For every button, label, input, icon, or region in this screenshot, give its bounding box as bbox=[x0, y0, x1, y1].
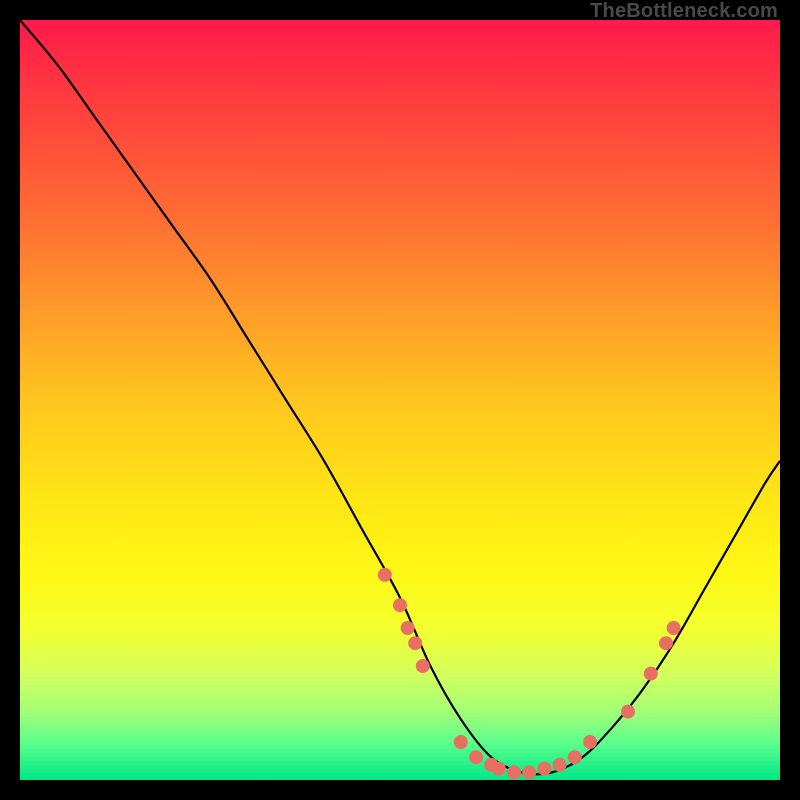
curve-marker bbox=[621, 705, 635, 719]
curve-marker bbox=[408, 636, 422, 650]
curve-marker bbox=[583, 735, 597, 749]
curve-marker bbox=[416, 659, 430, 673]
curve-marker bbox=[492, 762, 506, 776]
curve-marker bbox=[644, 667, 658, 681]
curve-marker bbox=[537, 762, 551, 776]
curve-marker bbox=[507, 765, 521, 779]
chart-svg bbox=[20, 20, 780, 780]
curve-markers bbox=[378, 568, 681, 780]
curve-marker bbox=[568, 750, 582, 764]
curve-marker bbox=[454, 735, 468, 749]
curve-marker bbox=[659, 636, 673, 650]
curve-line bbox=[20, 20, 780, 774]
curve-marker bbox=[667, 621, 681, 635]
curve-marker bbox=[469, 750, 483, 764]
curve-marker bbox=[393, 598, 407, 612]
curve-marker bbox=[522, 765, 536, 779]
curve-marker bbox=[553, 758, 567, 772]
plot-area bbox=[20, 20, 780, 780]
curve-marker bbox=[378, 568, 392, 582]
curve-marker bbox=[401, 621, 415, 635]
chart-frame: TheBottleneck.com bbox=[0, 0, 800, 800]
